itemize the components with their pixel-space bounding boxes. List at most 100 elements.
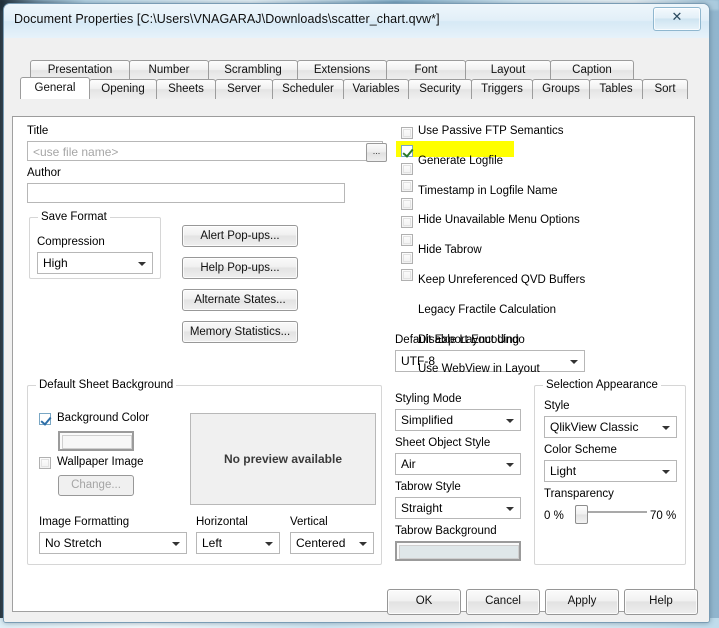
checkbox-hide-tabrow[interactable] xyxy=(401,198,413,211)
tab-number[interactable]: Number xyxy=(129,60,209,80)
tab-label: Variables xyxy=(352,83,400,95)
tab-font[interactable]: Font xyxy=(386,60,466,80)
title-input[interactable]: <use file name> xyxy=(27,141,383,161)
wallpaper-preview: No preview available xyxy=(190,413,376,505)
selection-style-select[interactable]: QlikView Classic xyxy=(544,416,677,438)
checkbox-legacy-fractile-calculation[interactable] xyxy=(401,233,413,246)
tab-groups[interactable]: Groups xyxy=(532,79,590,99)
tab-label: Security xyxy=(419,83,461,95)
alert-popups-button[interactable]: Alert Pop-ups... xyxy=(182,225,298,247)
checkbox-label: Generate Logfile xyxy=(418,154,504,167)
tabrow-background-label: Tabrow Background xyxy=(395,525,497,537)
transparency-slider[interactable] xyxy=(575,505,647,524)
checkbox-keep-unreferenced-qvd-buffers[interactable] xyxy=(401,216,413,228)
chevron-down-icon xyxy=(359,542,367,546)
checkbox-disable-layout-undo[interactable] xyxy=(401,251,413,264)
transparency-max-label: 70 % xyxy=(650,510,677,522)
help-popups-button[interactable]: Help Pop-ups... xyxy=(182,257,298,279)
window-titlebar: Document Properties [C:\Users\VNAGARAJ\D… xyxy=(4,4,709,39)
checkbox-label: Keep Unreferenced QVD Buffers xyxy=(418,274,586,286)
color-scheme-select[interactable]: Light xyxy=(544,460,677,482)
checkbox-generate-logfile[interactable] xyxy=(401,144,413,157)
tab-scrambling[interactable]: Scrambling xyxy=(208,60,298,80)
tab-triggers[interactable]: Triggers xyxy=(471,79,533,99)
tab-general[interactable]: General xyxy=(20,77,90,99)
tab-sheets[interactable]: Sheets xyxy=(156,79,216,99)
wallpaper-image-checkbox[interactable] xyxy=(39,457,51,469)
image-formatting-value: No Stretch xyxy=(45,536,102,550)
general-tab-page: Title <use file name> ... Author Save Fo… xyxy=(12,116,695,612)
horizontal-value: Left xyxy=(202,536,223,550)
tab-label: Server xyxy=(227,83,261,95)
tabrow-style-select[interactable]: Straight xyxy=(395,497,521,519)
alternate-states-button[interactable]: Alternate States... xyxy=(182,289,298,311)
tab-label: Sheets xyxy=(168,83,204,95)
tab-layout[interactable]: Layout xyxy=(465,60,551,80)
color-scheme-value: Light xyxy=(550,464,577,478)
sheet-object-style-value: Air xyxy=(401,457,416,471)
background-color-swatch[interactable] xyxy=(58,431,134,451)
title-browse-button[interactable]: ... xyxy=(366,143,387,162)
tab-server[interactable]: Server xyxy=(215,79,273,99)
author-input[interactable] xyxy=(27,183,345,203)
vertical-value: Centered xyxy=(296,536,346,550)
chevron-down-icon xyxy=(138,262,146,266)
button-label: Apply xyxy=(567,595,597,607)
checkbox-hide-unavailable-menu-options[interactable] xyxy=(401,180,413,193)
title-label: Title xyxy=(27,125,49,137)
tab-opening[interactable]: Opening xyxy=(89,79,157,99)
checkbox-label: Hide Unavailable Menu Options xyxy=(418,214,580,227)
tab-label: Scheduler xyxy=(282,83,334,95)
checkbox-label: Disable Layout Undo xyxy=(418,333,525,346)
chevron-down-icon xyxy=(662,470,670,474)
checkbox-label: Hide Tabrow xyxy=(418,244,482,257)
cancel-button[interactable]: Cancel xyxy=(466,589,540,615)
color-scheme-label: Color Scheme xyxy=(544,444,617,456)
preview-text: No preview available xyxy=(223,452,343,466)
chevron-down-icon xyxy=(506,419,514,423)
background-color-checkbox[interactable] xyxy=(39,413,51,425)
vertical-select[interactable]: Centered xyxy=(290,532,374,554)
checkbox-use-webview-in-layout[interactable] xyxy=(401,269,413,282)
button-label: Help xyxy=(649,595,673,607)
close-button[interactable]: ✕ xyxy=(653,7,701,31)
help-button[interactable]: Help xyxy=(624,589,698,615)
tab-label: Scrambling xyxy=(224,64,282,76)
ok-button[interactable]: OK xyxy=(387,589,461,615)
tab-extensions[interactable]: Extensions xyxy=(297,60,387,80)
checkbox-timestamp-in-logfile-name[interactable] xyxy=(401,162,413,175)
tab-caption[interactable]: Caption xyxy=(550,60,634,80)
tab-scheduler[interactable]: Scheduler xyxy=(272,79,344,99)
document-properties-window: Document Properties [C:\Users\VNAGARAJ\D… xyxy=(3,3,710,623)
change-wallpaper-button[interactable]: Change... xyxy=(58,475,134,496)
style-label: Style xyxy=(544,400,570,412)
transparency-min-label: 0 % xyxy=(544,510,564,522)
chevron-down-icon xyxy=(265,542,273,546)
tab-label: Caption xyxy=(572,64,612,76)
tab-variables[interactable]: Variables xyxy=(343,79,409,99)
checkbox-label: Use Passive FTP Semantics xyxy=(418,125,564,137)
compression-select[interactable]: High xyxy=(37,252,153,274)
chevron-down-icon xyxy=(172,542,180,546)
slider-thumb[interactable] xyxy=(575,505,588,524)
background-color-label: Background Color xyxy=(57,412,150,424)
tab-label: Font xyxy=(414,64,438,76)
checkbox-label: Timestamp in Logfile Name xyxy=(418,184,558,197)
sheet-object-style-select[interactable]: Air xyxy=(395,453,521,475)
chevron-down-icon xyxy=(506,463,514,467)
tab-security[interactable]: Security xyxy=(408,79,472,99)
tab-label: Triggers xyxy=(481,83,523,95)
tab-label: Tables xyxy=(599,83,633,95)
memory-statistics-button[interactable]: Memory Statistics... xyxy=(182,321,298,343)
checkbox-use-passive-ftp-semantics[interactable] xyxy=(401,127,413,139)
styling-mode-select[interactable]: Simplified xyxy=(395,409,521,431)
window-client-area: Presentation Number Scrambling Extensions Fo… xyxy=(4,38,709,622)
wallpaper-image-label: Wallpaper Image xyxy=(57,456,144,468)
tab-sort[interactable]: Sort xyxy=(642,79,688,99)
tabrow-background-swatch[interactable] xyxy=(395,541,521,561)
image-formatting-select[interactable]: No Stretch xyxy=(39,532,187,554)
horizontal-select[interactable]: Left xyxy=(196,532,280,554)
tab-tables[interactable]: Tables xyxy=(589,79,643,99)
apply-button[interactable]: Apply xyxy=(545,589,619,615)
button-label: Cancel xyxy=(485,595,521,607)
